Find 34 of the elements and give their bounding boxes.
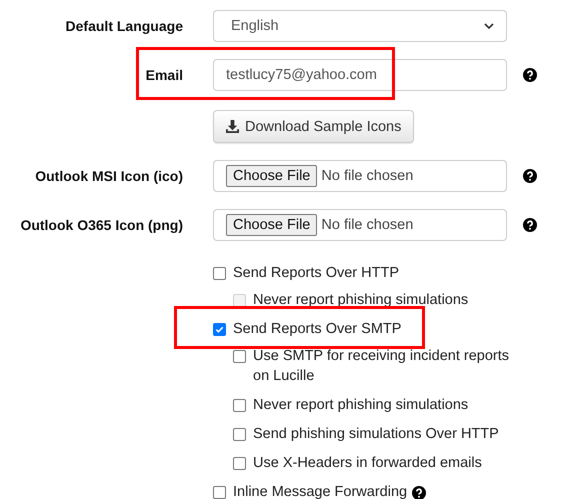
help-icon[interactable] <box>523 218 537 232</box>
file-status: No file chosen <box>321 217 414 233</box>
field-label: Outlook O365 Icon (png) <box>20 217 183 233</box>
help-icon[interactable] <box>523 68 537 82</box>
option-label: Use X-Headers in forwarded emails <box>253 454 483 473</box>
checkbox[interactable] <box>213 323 226 336</box>
checkbox[interactable] <box>233 457 246 470</box>
option-label: Send phishing simulations Over HTTP <box>253 425 500 444</box>
field-label: Outlook MSI Icon (ico) <box>35 168 183 184</box>
checkbox[interactable] <box>233 428 246 441</box>
checkbox[interactable] <box>213 267 226 280</box>
file-field[interactable]: Choose File No file chosen <box>213 209 507 241</box>
checkbox[interactable] <box>233 399 246 412</box>
file-status: No file chosen <box>321 168 414 184</box>
field-label: Email <box>146 67 183 83</box>
choose-file-button[interactable]: Choose File <box>226 214 318 236</box>
option-label: Inline Message Forwarding <box>233 484 408 499</box>
choose-file-button[interactable]: Choose File <box>226 165 318 187</box>
chevron-icon <box>484 23 494 29</box>
option-label: Never report phishing simulations <box>253 291 470 310</box>
download-icon <box>226 120 239 133</box>
download-button[interactable]: Download Sample Icons <box>213 110 414 143</box>
file-field[interactable]: Choose File No file chosen <box>213 160 507 192</box>
option-label: Never report phishing simulations <box>253 396 470 415</box>
option-label: Send Reports Over HTTP <box>233 265 399 281</box>
checkbox[interactable] <box>213 486 226 499</box>
email-field[interactable]: testlucy75@yahoo.com <box>213 59 507 91</box>
language-select[interactable]: English <box>213 10 507 42</box>
checkbox[interactable] <box>233 350 246 363</box>
help-icon[interactable] <box>523 169 537 183</box>
option-label: Use SMTP for receiving incident reports on Lucille <box>253 347 510 386</box>
field-label: Default Language <box>66 18 183 34</box>
option-label: Send Reports Over SMTP <box>233 321 402 337</box>
help-icon[interactable] <box>412 486 426 499</box>
